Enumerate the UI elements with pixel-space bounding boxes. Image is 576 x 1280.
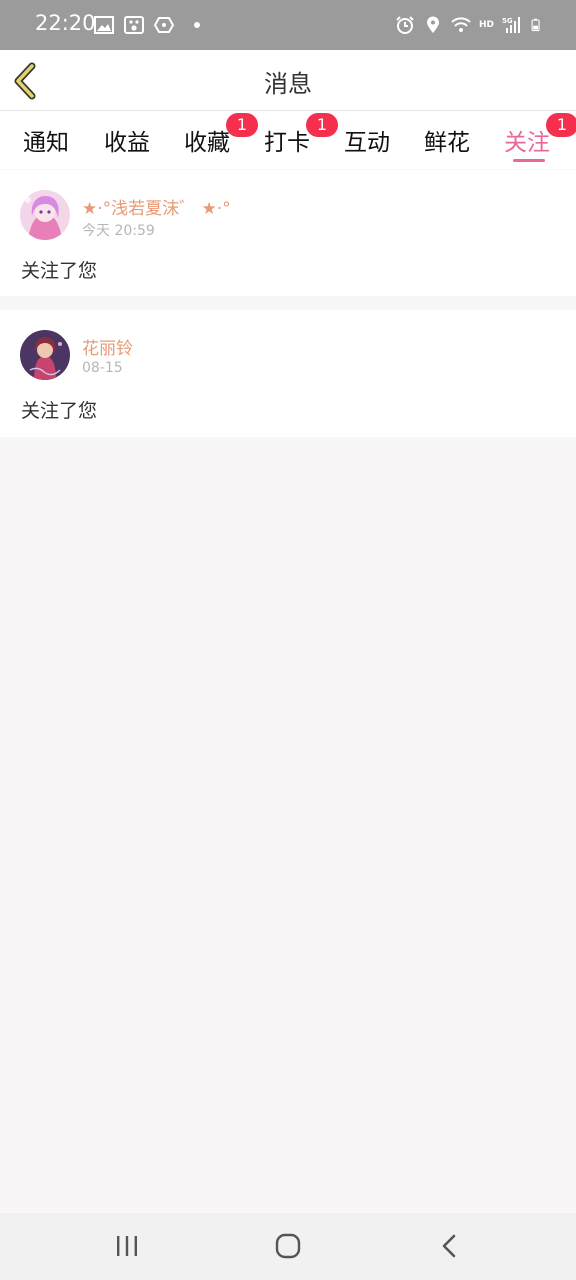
location-icon <box>426 16 439 33</box>
tab-earnings[interactable]: 收益 <box>104 123 150 157</box>
tab-notice[interactable]: 通知 <box>23 123 69 157</box>
recent-apps-icon <box>117 1236 137 1256</box>
tab-bar: 通知 收益 收藏 1 打卡 1 互动 鲜花 关注 1 <box>0 111 576 169</box>
checkin-badge: 1 <box>306 113 338 137</box>
page-title: 消息 <box>264 70 312 98</box>
status-bar: 22:20 HD 5G <box>0 0 576 50</box>
system-back-button[interactable] <box>435 1231 465 1261</box>
home-button[interactable] <box>273 1231 303 1261</box>
tab-checkin[interactable]: 打卡 1 <box>264 113 338 157</box>
system-nav-bar <box>0 1213 576 1280</box>
follow-badge: 1 <box>546 113 576 137</box>
favorites-badge: 1 <box>226 113 258 137</box>
active-tab-indicator <box>513 159 545 162</box>
status-time: 22:20 <box>35 11 96 35</box>
hd-label: HD <box>478 20 494 30</box>
hexagon-icon <box>154 17 174 33</box>
dot-icon <box>194 22 200 28</box>
timestamp: 08-15 <box>82 360 123 376</box>
svg-text:5G: 5G <box>502 17 513 25</box>
message-text: 关注了您 <box>21 400 98 422</box>
alarm-icon <box>396 16 414 34</box>
battery-icon <box>531 18 540 32</box>
username[interactable]: 花丽铃 <box>82 334 133 359</box>
signal-5g-icon: 5G <box>502 17 520 33</box>
avatar[interactable] <box>20 330 70 380</box>
app-header: 消息 <box>0 50 576 111</box>
tab-follow[interactable]: 关注 1 <box>504 113 576 157</box>
message-item[interactable]: ★·°浅若夏沫゛ ★·° 今天 20:59 关注了您 <box>0 170 576 296</box>
home-icon <box>275 1233 301 1259</box>
image-icon <box>94 16 114 34</box>
tab-flowers[interactable]: 鲜花 <box>424 123 470 157</box>
username[interactable]: ★·°浅若夏沫゛ ★·° <box>82 194 231 219</box>
baidu-paw-icon <box>124 16 144 34</box>
avatar[interactable] <box>20 190 70 240</box>
recent-apps-button[interactable] <box>112 1231 142 1261</box>
tab-favorites[interactable]: 收藏 1 <box>184 113 258 157</box>
message-item[interactable]: 花丽铃 08-15 关注了您 <box>0 310 576 437</box>
tab-interaction[interactable]: 互动 <box>344 123 390 157</box>
message-text: 关注了您 <box>21 260 98 282</box>
wifi-icon <box>451 17 471 32</box>
timestamp: 今天 20:59 <box>82 223 155 239</box>
back-icon <box>442 1234 456 1258</box>
